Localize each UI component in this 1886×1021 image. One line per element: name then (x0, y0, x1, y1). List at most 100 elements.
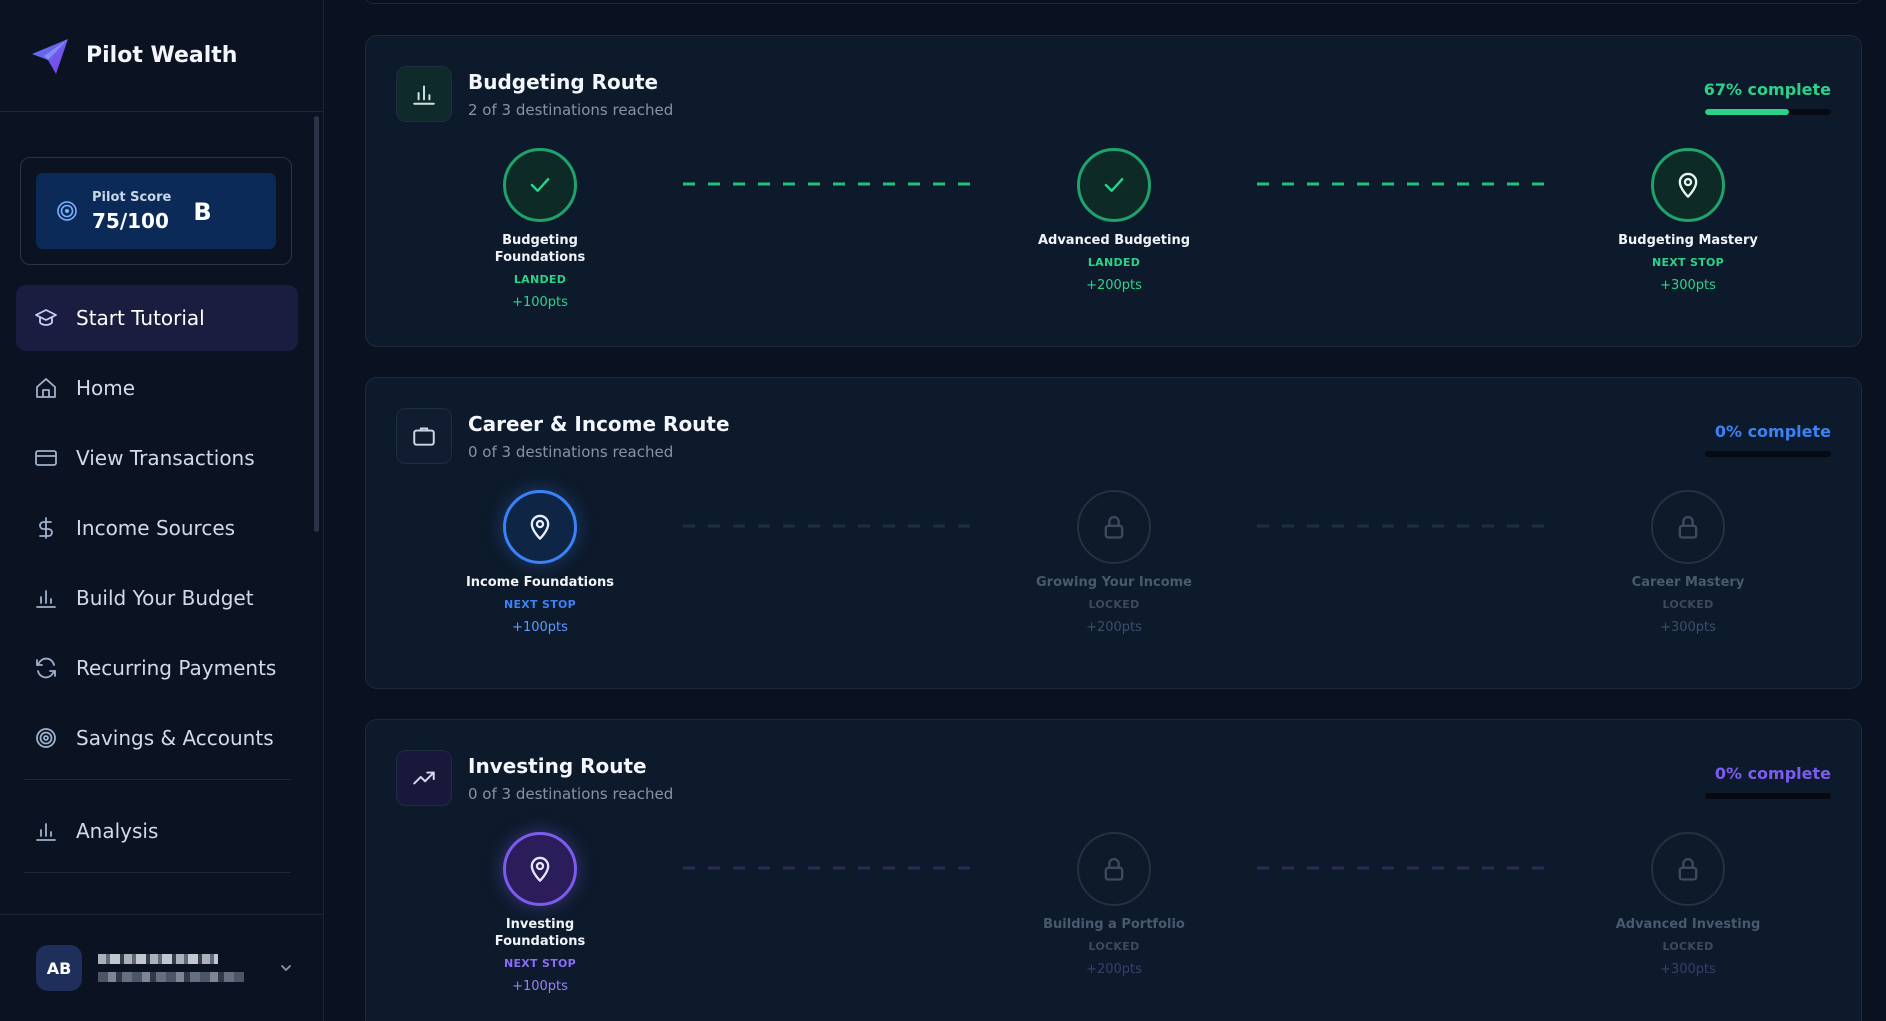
stop-points: +200pts (1086, 620, 1142, 635)
check-icon (530, 178, 550, 192)
route-icon (396, 66, 452, 122)
home-icon (36, 378, 56, 398)
stop-status: LOCKED (1662, 598, 1714, 611)
stop-name: Career Mastery (1631, 575, 1745, 590)
stop-circle (1651, 490, 1725, 564)
pilot-score-card[interactable]: Pilot Score 75/100 B (20, 157, 292, 265)
pilot-score-value: 75/100 (92, 208, 169, 233)
map-pin-icon (1678, 172, 1698, 198)
pilot-score-label: Pilot Score (92, 189, 172, 205)
nav-divider (24, 872, 291, 873)
pilot-score-panel: Pilot Score 75/100 B (36, 173, 276, 249)
nav-item-label: Build Your Budget (76, 586, 254, 610)
route-titles: Budgeting Route 2 of 3 destinations reac… (468, 66, 673, 122)
progress-track (1705, 109, 1831, 115)
stop-budgeting-foundations[interactable]: Budgeting Foundations LANDED +100pts (460, 148, 620, 310)
stop-name: Growing Your Income (1036, 575, 1192, 590)
stop-points: +100pts (512, 620, 568, 635)
stop-advanced-budgeting[interactable]: Advanced Budgeting LANDED +200pts (1034, 148, 1194, 293)
route-title: Career & Income Route (468, 412, 730, 436)
route-progress: 67% complete (1704, 80, 1831, 115)
route-header: Career & Income Route 0 of 3 destination… (396, 408, 730, 464)
stop-points: +100pts (512, 979, 568, 994)
route-icon (396, 750, 452, 806)
nav-item-build-your-budget[interactable]: Build Your Budget (16, 565, 298, 631)
map-pin-icon (530, 856, 550, 882)
route-connector (683, 182, 973, 186)
sidebar-scroll-area: Pilot Score 75/100 B Start Tutorial Home… (0, 112, 323, 914)
stop-growing-your-income: Growing Your Income LOCKED +200pts (1034, 490, 1194, 635)
stop-status: LANDED (513, 273, 567, 286)
target-icon (57, 201, 77, 221)
route-subtitle: 2 of 3 destinations reached (468, 101, 674, 119)
stop-status: NEXT STOP (1651, 256, 1725, 269)
pilot-score-grade: B (193, 198, 212, 226)
progress-track (1705, 451, 1831, 457)
refresh-icon (36, 657, 56, 679)
lock-icon (1104, 857, 1124, 881)
nav-item-start-tutorial[interactable]: Start Tutorial (16, 285, 298, 351)
user-menu[interactable]: AB (0, 914, 323, 1021)
briefcase-icon (413, 427, 435, 446)
check-icon (1104, 178, 1124, 192)
stop-investing-foundations[interactable]: Investing Foundations NEXT STOP +100pts (460, 832, 620, 994)
nav-item-home[interactable]: Home (16, 355, 298, 421)
lock-icon (1104, 515, 1124, 539)
stop-points: +300pts (1660, 278, 1716, 293)
main-content: Budgeting Route 2 of 3 destinations reac… (324, 0, 1886, 1021)
route-connector (683, 866, 973, 870)
paper-plane-logo-icon (32, 38, 68, 74)
sidebar-nav: Start Tutorial Home View Transactions In… (0, 285, 323, 873)
route-header: Budgeting Route 2 of 3 destinations reac… (396, 66, 673, 122)
redacted-user-name (98, 954, 218, 964)
route-title: Investing Route (468, 754, 647, 778)
bar-chart-icon (36, 823, 56, 841)
target-icon (36, 728, 56, 748)
stop-points: +300pts (1660, 620, 1716, 635)
user-meta (98, 954, 244, 982)
stop-status: LANDED (1087, 256, 1141, 269)
stop-circle (1077, 148, 1151, 222)
stop-circle (1651, 832, 1725, 906)
brand[interactable]: Pilot Wealth (0, 0, 323, 112)
nav-item-label: Recurring Payments (76, 656, 277, 680)
chevron-down-icon[interactable] (278, 960, 294, 976)
credit-card-icon (35, 450, 57, 466)
nav-item-label: Start Tutorial (76, 306, 205, 330)
stop-budgeting-mastery[interactable]: Budgeting Mastery NEXT STOP +300pts (1608, 148, 1768, 293)
nav-item-label: Home (76, 376, 136, 400)
dollar-icon (39, 517, 53, 539)
map-pin-icon (530, 514, 550, 540)
sidebar: Pilot Wealth Pilot Score 75/100 B Start … (0, 0, 324, 1021)
stop-circle (1077, 832, 1151, 906)
route-subtitle: 0 of 3 destinations reached (468, 443, 674, 461)
nav-item-recurring-payments[interactable]: Recurring Payments (16, 635, 298, 701)
progress-label: 67% complete (1703, 80, 1831, 99)
nav-item-view-transactions[interactable]: View Transactions (16, 425, 298, 491)
app-root: Pilot Wealth Pilot Score 75/100 B Start … (0, 0, 1886, 1021)
bar-chart-icon (413, 85, 435, 105)
stop-circle (503, 832, 577, 906)
stop-circle (1651, 148, 1725, 222)
stop-building-a-portfolio: Building a Portfolio LOCKED +200pts (1034, 832, 1194, 977)
route-subtitle: 0 of 3 destinations reached (468, 785, 674, 803)
stop-name: Advanced Budgeting (1037, 233, 1191, 248)
nav-item-savings-accounts[interactable]: Savings & Accounts (16, 705, 298, 771)
nav-item-income-sources[interactable]: Income Sources (16, 495, 298, 561)
nav-item-label: View Transactions (76, 446, 255, 470)
route-card-career-income: Career & Income Route 0 of 3 destination… (365, 377, 1862, 689)
stop-status: LOCKED (1088, 940, 1140, 953)
graduation-cap-icon (35, 309, 57, 326)
stop-name: Budgeting Foundations (494, 233, 586, 265)
stop-income-foundations[interactable]: Income Foundations NEXT STOP +100pts (460, 490, 620, 635)
stop-advanced-investing: Advanced Investing LOCKED +300pts (1608, 832, 1768, 977)
previous-card-edge (365, 0, 1862, 4)
route-icon (396, 408, 452, 464)
nav-divider (24, 779, 291, 780)
nav-item-label: Analysis (76, 819, 159, 843)
nav-item-analysis[interactable]: Analysis (16, 798, 298, 864)
stop-status: LOCKED (1662, 940, 1714, 953)
route-header: Investing Route 0 of 3 destinations reac… (396, 750, 673, 806)
nav-item-label: Income Sources (76, 516, 236, 540)
progress-label: 0% complete (1714, 764, 1831, 783)
